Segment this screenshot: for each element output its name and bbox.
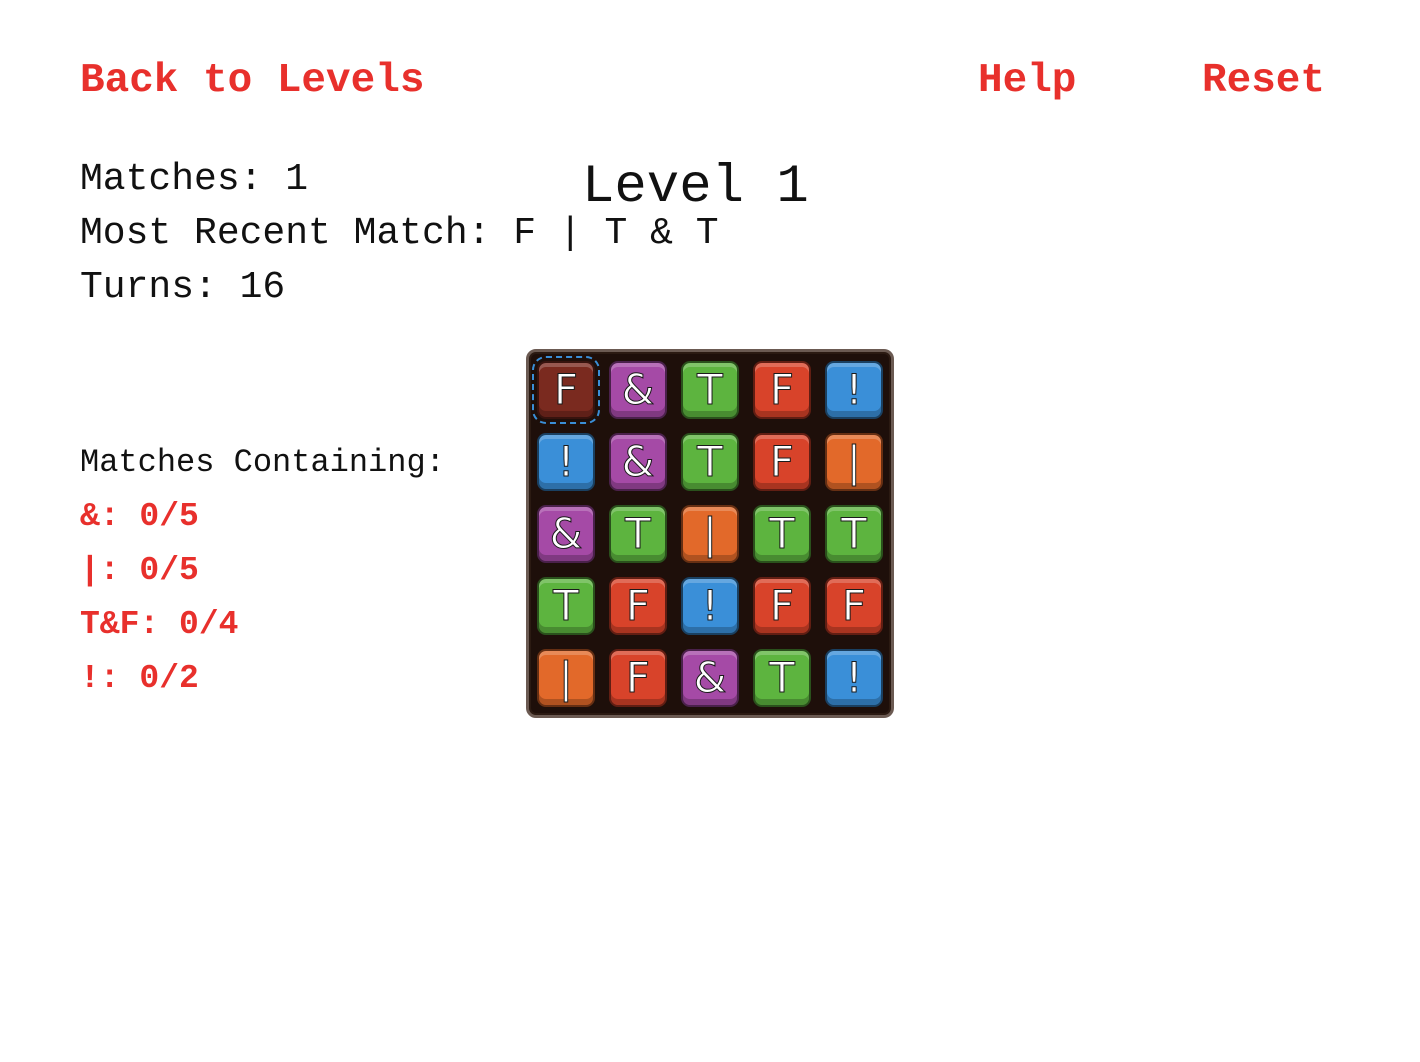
tile-symbol: |	[846, 437, 862, 486]
tile-symbol: F	[769, 581, 795, 630]
tile-symbol: |	[558, 653, 574, 702]
matches-count: Matches: 1	[80, 158, 309, 201]
tile-true[interactable]: T	[753, 505, 811, 563]
tile-symbol: !	[557, 437, 575, 486]
tile-symbol: F	[625, 581, 651, 630]
goal-not: !: 0/2	[80, 660, 199, 697]
tile-symbol: T	[697, 365, 724, 414]
tile-not[interactable]: !	[681, 577, 739, 635]
tile-and[interactable]: &	[681, 649, 739, 707]
goal-or: |: 0/5	[80, 552, 199, 589]
tile-symbol: T	[769, 509, 796, 558]
tile-symbol: &	[621, 365, 655, 414]
goal-and: &: 0/5	[80, 498, 199, 535]
tile-symbol: F	[625, 653, 651, 702]
tile-true[interactable]: T	[753, 649, 811, 707]
tile-false[interactable]: F	[753, 361, 811, 419]
tile-symbol: F	[769, 437, 795, 486]
goal-t-and-f: T&F: 0/4	[80, 606, 239, 643]
tile-symbol: !	[845, 653, 863, 702]
tile-symbol: T	[697, 437, 724, 486]
tile-and[interactable]: &	[537, 505, 595, 563]
game-board: F & T F!! & T F | & T | T T T F! F F | F & T!	[526, 349, 894, 718]
tile-false[interactable]: F	[753, 577, 811, 635]
help-link[interactable]: Help	[978, 56, 1076, 106]
tile-symbol: T	[841, 509, 868, 558]
tile-symbol: &	[549, 509, 583, 558]
back-to-levels-link[interactable]: Back to Levels	[80, 56, 424, 106]
tile-symbol: !	[845, 365, 863, 414]
tile-not[interactable]: !	[537, 433, 595, 491]
tile-true[interactable]: T	[825, 505, 883, 563]
tile-or[interactable]: |	[537, 649, 595, 707]
tile-true[interactable]: T	[681, 361, 739, 419]
level-title: Level 1	[582, 157, 809, 218]
tile-not[interactable]: !	[825, 361, 883, 419]
tile-symbol: T	[625, 509, 652, 558]
tile-false[interactable]: F	[532, 356, 600, 424]
tile-false[interactable]: F	[609, 649, 667, 707]
tile-true[interactable]: T	[537, 577, 595, 635]
tile-or[interactable]: |	[681, 505, 739, 563]
reset-link[interactable]: Reset	[1202, 56, 1325, 106]
tile-symbol: T	[769, 653, 796, 702]
tile-false[interactable]: F	[825, 577, 883, 635]
tile-false[interactable]: F	[753, 433, 811, 491]
turns-count: Turns: 16	[80, 266, 286, 309]
tile-symbol: F	[553, 365, 579, 414]
tile-true[interactable]: T	[681, 433, 739, 491]
tile-or[interactable]: |	[825, 433, 883, 491]
goals-heading: Matches Containing:	[80, 444, 445, 481]
tile-symbol: |	[702, 509, 718, 558]
tile-true[interactable]: T	[609, 505, 667, 563]
tile-symbol: !	[701, 581, 719, 630]
tile-and[interactable]: &	[609, 361, 667, 419]
tile-symbol: F	[841, 581, 867, 630]
tile-and[interactable]: &	[609, 433, 667, 491]
tile-false[interactable]: F	[609, 577, 667, 635]
tile-symbol: &	[693, 653, 727, 702]
tile-symbol: F	[769, 365, 795, 414]
tile-symbol: T	[553, 581, 580, 630]
tile-not[interactable]: !	[825, 649, 883, 707]
tile-symbol: &	[621, 437, 655, 486]
